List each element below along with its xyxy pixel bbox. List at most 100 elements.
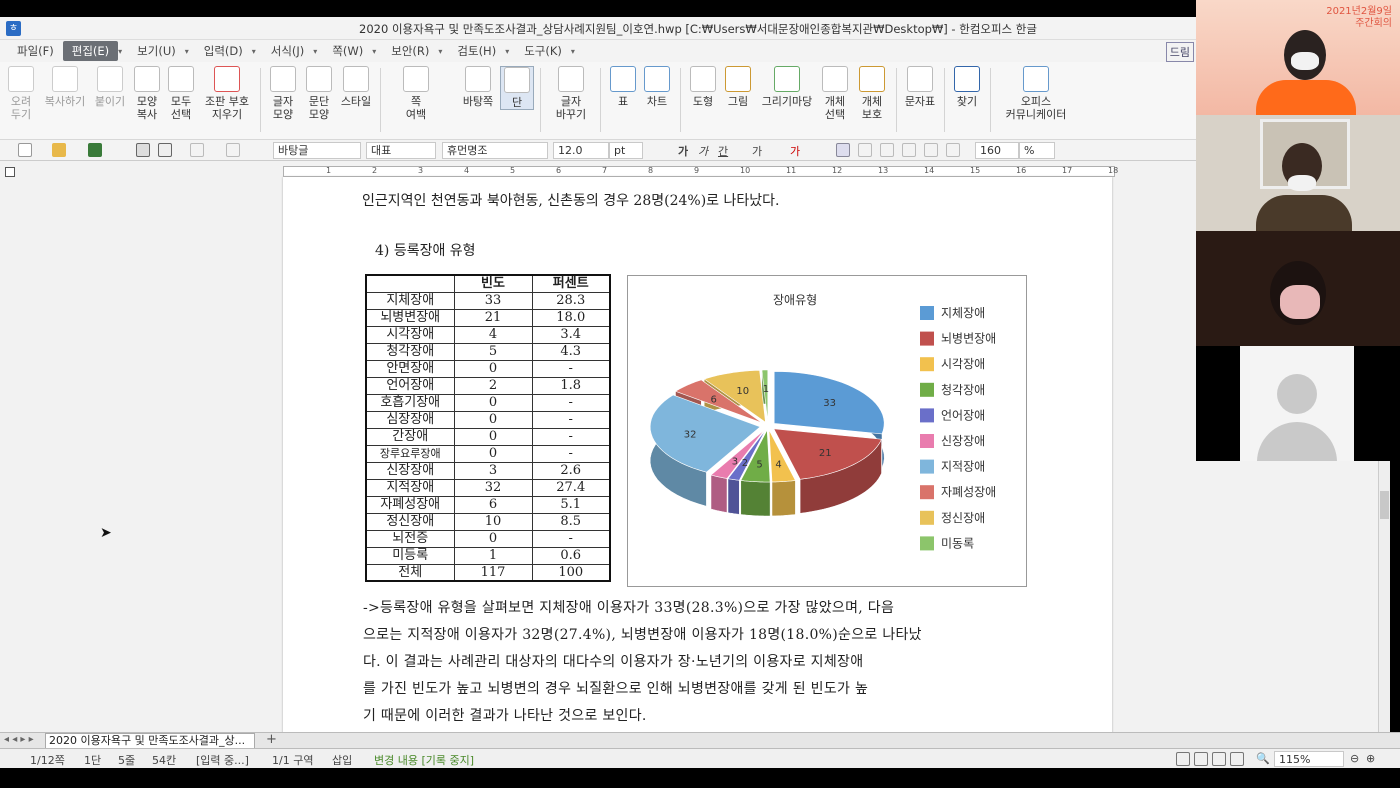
view-outline-icon[interactable] — [1230, 752, 1244, 766]
status-insert[interactable]: 삽입 — [332, 752, 352, 768]
cut-button[interactable]: 오려 두기 — [6, 66, 36, 121]
horizontal-ruler[interactable]: 1 2 3 4 5 6 7 8 9 10 11 12 13 14 15 16 17 18 — [283, 166, 1118, 177]
chevron-down-icon[interactable]: ▾ — [313, 47, 317, 56]
new-document-icon[interactable] — [18, 143, 32, 157]
menu-insert[interactable]: 입력(D) — [195, 41, 252, 61]
video-tile-participant-4[interactable] — [1196, 346, 1400, 461]
menu-view[interactable]: 보기(U) — [128, 41, 185, 61]
ribbon-toolbar: 오려 두기 복사하기 붙이기 모양 복사 모두 선택 조판 부호 지우기 글자 … — [0, 62, 1400, 140]
pie-chart-object[interactable]: 장애유형 33 21 4 5 2 3 32 6 10 1 지체장애 뇌병변장애 시각장애 청각장애 언어장애… — [627, 275, 1027, 587]
menu-edit[interactable]: 편집(E) — [62, 41, 119, 61]
preview-icon[interactable] — [158, 143, 172, 157]
menu-right-button[interactable]: 드림 — [1165, 42, 1194, 62]
hwp-app-icon[interactable]: ㅎ — [6, 21, 21, 36]
tab-document[interactable]: 2020 이용자욕구 및 만족도조사결과_상... — [45, 733, 255, 749]
font-unit-select[interactable]: pt — [609, 142, 643, 159]
add-tab-icon[interactable]: + — [266, 732, 277, 747]
menu-page[interactable]: 쪽(W) — [323, 41, 372, 61]
redo-icon[interactable] — [226, 143, 240, 157]
chevron-down-icon[interactable]: ▾ — [372, 47, 376, 56]
chevron-down-icon[interactable]: ▾ — [505, 47, 509, 56]
object-select-button[interactable]: 개체 선택 — [820, 66, 850, 121]
open-folder-icon[interactable] — [52, 143, 66, 157]
chevron-down-icon[interactable]: ▾ — [118, 47, 122, 56]
find-button[interactable]: 찾기 — [952, 66, 982, 108]
pie-data-label: 32 — [684, 430, 697, 441]
replace-button[interactable]: 글자 바꾸기 — [548, 66, 594, 121]
object-select-label: 개체 선택 — [824, 95, 846, 121]
table-row: 심장장애 0- — [365, 410, 611, 429]
picture-button[interactable]: 그림 — [722, 66, 754, 108]
strikethrough-button[interactable]: 가 — [752, 143, 762, 159]
chevron-down-icon[interactable]: ▾ — [252, 47, 256, 56]
style-select[interactable]: 바탕글 — [273, 142, 361, 159]
pie-slices: 33 21 4 523 32 6 10 1 — [649, 369, 885, 517]
view-normal-icon[interactable] — [1176, 752, 1190, 766]
copy-button[interactable]: 복사하기 — [40, 66, 90, 108]
master-page-button[interactable]: 바탕쪽 — [458, 66, 498, 108]
scrollbar-thumb[interactable] — [1380, 491, 1389, 519]
symbol-label: 문자표 — [904, 95, 936, 108]
align-center-icon[interactable] — [880, 143, 894, 157]
tab-nav-arrows[interactable]: ◂ ◂ ▸ ▸ — [4, 734, 34, 745]
legend-label: 자폐성장애 — [941, 485, 996, 499]
chevron-down-icon[interactable]: ▾ — [185, 47, 189, 56]
video-tile-host[interactable]: 2021년2월9일 주간회의 — [1196, 0, 1400, 115]
zoom-unit-select[interactable]: % — [1019, 142, 1055, 159]
language-select[interactable]: 대표 — [366, 142, 436, 159]
page-margin-button[interactable]: 쪽 여백 — [386, 66, 446, 121]
status-track-changes[interactable]: 변경 내용 [기록 중지] — [374, 752, 474, 768]
bold-button[interactable]: 가 — [678, 143, 688, 159]
menu-tools[interactable]: 도구(K) — [515, 41, 571, 61]
video-tile-participant-2[interactable] — [1196, 115, 1400, 231]
save-icon[interactable] — [88, 143, 102, 157]
zoom-magnifier-icon[interactable]: 🔍 — [1256, 752, 1270, 765]
italic-button[interactable]: 가 — [698, 143, 708, 159]
status-zoom-select[interactable]: 115% — [1274, 751, 1344, 767]
object-protect-button[interactable]: 개체 보호 — [854, 66, 890, 121]
chart-button[interactable]: 차트 — [642, 66, 672, 108]
office-communicator-button[interactable]: 오피스 커뮤니케이터 — [1000, 66, 1072, 121]
symbol-button[interactable]: 문자표 — [902, 66, 938, 108]
underline-button[interactable]: 간 — [718, 143, 728, 159]
chevron-down-icon[interactable]: ▾ — [571, 47, 575, 56]
view-web-icon[interactable] — [1212, 752, 1226, 766]
para-shape-button[interactable]: 문단 모양 — [302, 66, 336, 121]
ruler-tick-label: 5 — [510, 166, 516, 175]
font-size-input[interactable]: 12.0 — [553, 142, 609, 159]
split-icon[interactable] — [946, 143, 960, 157]
ruler-tick-label: 3 — [418, 166, 424, 175]
print-icon[interactable] — [136, 143, 150, 157]
ruler-toggle-icon[interactable] — [5, 167, 15, 177]
font-select[interactable]: 휴먼명조 — [442, 142, 548, 159]
pie-slice-side — [771, 480, 796, 517]
style-button[interactable]: 스타일 — [338, 66, 374, 108]
menu-review[interactable]: 검토(H) — [448, 41, 505, 61]
zoom-out-icon[interactable]: ⊖ — [1350, 752, 1359, 765]
align-right-icon[interactable] — [902, 143, 916, 157]
video-tile-participant-3[interactable] — [1196, 231, 1400, 346]
column-button[interactable]: 단 — [500, 66, 534, 110]
distribute-icon[interactable] — [924, 143, 938, 157]
disability-type-table[interactable]: 빈도 퍼센트 지체장애 33 28.3 뇌병변장애 21 18.0 시각장애 4 3.4 청각장애… — [365, 274, 611, 582]
shape-button[interactable]: 도형 — [686, 66, 720, 108]
char-shape-button[interactable]: 글자 모양 — [266, 66, 300, 121]
select-all-button[interactable]: 모두 선택 — [166, 66, 196, 121]
drawing-gallery-button[interactable]: 그리기마당 — [756, 66, 818, 108]
align-left-icon[interactable] — [858, 143, 872, 157]
chevron-down-icon[interactable]: ▾ — [438, 47, 442, 56]
align-justify-icon[interactable] — [836, 143, 850, 157]
style-label: 스타일 — [340, 95, 372, 108]
view-page-icon[interactable] — [1194, 752, 1208, 766]
menu-file[interactable]: 파일(F) — [8, 41, 63, 61]
zoom-in-icon[interactable]: ⊕ — [1366, 752, 1375, 765]
font-color-button[interactable]: 가 — [790, 143, 800, 159]
menu-security[interactable]: 보안(R) — [382, 41, 438, 61]
zoom-input[interactable]: 160 — [975, 142, 1019, 159]
clear-codes-button[interactable]: 조판 부호 지우기 — [200, 66, 254, 121]
menu-format[interactable]: 서식(J) — [262, 41, 314, 61]
format-copy-button[interactable]: 모양 복사 — [132, 66, 162, 121]
table-button[interactable]: 표 — [608, 66, 638, 108]
paste-button[interactable]: 붙이기 — [92, 66, 128, 108]
undo-icon[interactable] — [190, 143, 204, 157]
